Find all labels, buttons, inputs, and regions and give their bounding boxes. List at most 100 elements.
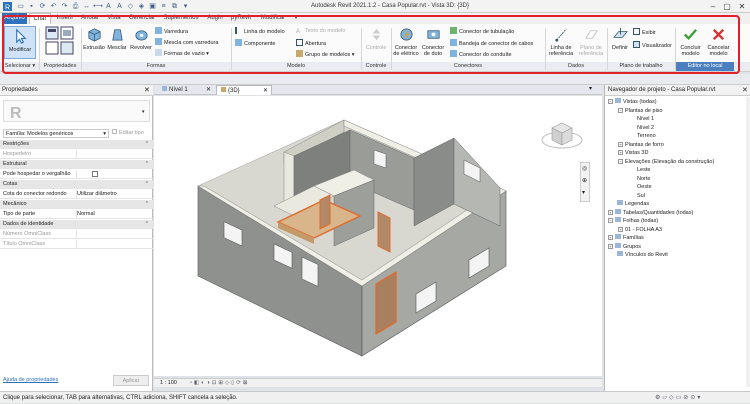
customize-qat-icon[interactable]: ▾	[181, 2, 190, 11]
zoom-dropdown-icon[interactable]: ▾	[582, 189, 585, 196]
tree-item[interactable]: − Plantas de piso	[618, 107, 663, 115]
expand-icon[interactable]: +	[618, 226, 623, 232]
thin-lines-icon[interactable]: ≡	[159, 2, 168, 11]
tree-item[interactable]: Legendas	[608, 200, 649, 208]
expand-icon[interactable]: +	[618, 141, 623, 147]
tree-item[interactable]: + Grupos	[608, 242, 641, 251]
family-type-icon: R	[10, 105, 22, 121]
tree-item[interactable]: Leste	[628, 166, 650, 174]
type-selector[interactable]: R ▾	[3, 100, 150, 122]
expand-icon[interactable]: +	[608, 235, 613, 240]
view-scale[interactable]: 1 : 100	[160, 379, 177, 388]
property-group[interactable]: Cotas ⌃	[0, 180, 153, 189]
window-title: Autodesk Revit 2021.1.2 - Casa Popular.r…	[311, 3, 469, 9]
close-browser-icon[interactable]: ✕	[742, 86, 748, 94]
tab-3d[interactable]: {3D} ✕	[216, 85, 272, 95]
expand-icon[interactable]: +	[608, 243, 613, 249]
dimension-icon[interactable]: ⟷	[93, 2, 103, 11]
collapse-icon[interactable]: −	[618, 107, 623, 113]
expand-icon[interactable]: +	[618, 150, 623, 155]
tree-item[interactable]: − Folhas (todas)	[608, 217, 658, 225]
property-name: Restrições	[3, 141, 29, 147]
tree-item[interactable]: − Vistas (todas)	[608, 98, 657, 106]
collapse-icon[interactable]: −	[618, 158, 623, 164]
property-group[interactable]: Dados de identidade ⌃	[0, 220, 153, 229]
property-name: Estrutural	[3, 161, 27, 167]
close-hidden-icon[interactable]: ▣	[148, 2, 157, 11]
tab-overflow-icon[interactable]: ▾	[589, 85, 592, 92]
column-divider	[76, 240, 77, 249]
close-properties-icon[interactable]: ✕	[144, 86, 150, 94]
tree-item[interactable]: + Plantas de forro	[618, 141, 664, 149]
property-value[interactable]: Utilizar diâmetro	[77, 190, 117, 199]
minimize-icon[interactable]: –	[706, 1, 720, 12]
apply-button[interactable]: Aplicar	[113, 375, 149, 386]
section-icon[interactable]: ◈	[137, 2, 146, 11]
view-control-icons[interactable]: ▫◧◐◑⊡⊞◇▯⟳⊠	[190, 379, 249, 388]
house-3d-model[interactable]	[154, 96, 602, 376]
folder-icon	[615, 217, 621, 222]
tree-item[interactable]: Norte	[628, 175, 650, 183]
print-icon[interactable]: ⎙	[71, 2, 80, 11]
property-group[interactable]: Restrições ⌃	[0, 140, 153, 149]
collapse-icon[interactable]: −	[608, 99, 613, 104]
revit-logo-icon[interactable]: R	[3, 2, 12, 12]
view-cube-icon[interactable]	[540, 112, 584, 152]
expand-icon[interactable]: +	[608, 209, 613, 215]
close-tab-icon[interactable]: ✕	[206, 85, 211, 95]
instance-filter-select[interactable]: Família: Modelos genéricos ▾	[3, 129, 109, 138]
property-group[interactable]: Estrutural ⌃	[0, 160, 153, 169]
undo-icon[interactable]: ↶	[49, 2, 58, 11]
svg-text:R: R	[5, 5, 10, 12]
close-tab-icon[interactable]: ✕	[263, 86, 268, 96]
edit-type-button[interactable]: Editar tipo	[112, 129, 150, 138]
tree-item[interactable]: Terreno	[628, 132, 656, 140]
tree-item[interactable]: + Famílias	[608, 234, 644, 242]
edit-type-icon	[112, 129, 117, 134]
collapse-group-icon[interactable]: ⌃	[145, 200, 149, 209]
close-icon[interactable]: ✕	[735, 1, 749, 12]
status-bar: Clique para selecionar, TAB para alterna…	[0, 391, 750, 403]
collapse-group-icon[interactable]: ⌃	[145, 180, 149, 189]
property-value[interactable]: Normal	[77, 210, 95, 219]
collapse-group-icon[interactable]: ⌃	[145, 160, 149, 169]
tree-item[interactable]: Nível 1	[628, 115, 654, 123]
properties-help-link[interactable]: Ajuda de propriedades	[3, 377, 58, 383]
rebar-host-checkbox[interactable]	[92, 171, 98, 177]
tree-item[interactable]: + Tabelas/Quantidades (todas)	[608, 208, 693, 217]
tree-item[interactable]: Nível 2	[628, 124, 654, 132]
property-row: Tipo de parte Normal	[0, 210, 153, 219]
maximize-icon[interactable]: ▢	[720, 1, 734, 12]
tree-item[interactable]: Oeste	[628, 183, 652, 191]
tree-item[interactable]: Vínculos do Revit	[608, 251, 668, 259]
tab-nivel-1[interactable]: Nível 1 ✕	[158, 85, 214, 95]
open-icon[interactable]: ▭	[16, 2, 25, 11]
redo-icon[interactable]: ↷	[60, 2, 69, 11]
view-3d-canvas[interactable]: ◎ ⊕ ▾	[154, 96, 602, 376]
tree-item[interactable]: − Elevações (Elevação da construção)	[618, 158, 714, 166]
zoom-icon[interactable]: ⊕	[582, 177, 587, 184]
sync-icon[interactable]: ⟳	[38, 2, 47, 11]
collapse-icon[interactable]: −	[608, 218, 613, 223]
folder-icon	[615, 208, 621, 214]
view-3d-icon[interactable]: ◇	[126, 2, 135, 11]
steering-wheel-icon[interactable]: ◎	[582, 165, 587, 172]
tree-item[interactable]: Sul	[628, 192, 645, 200]
tree-item-label: Oeste	[637, 184, 652, 190]
tree-item-label: Folhas (todas)	[623, 218, 659, 224]
tree-item[interactable]: + Vistas 3D	[618, 149, 648, 157]
property-group[interactable]: Mecânico ⌃	[0, 200, 153, 209]
text-icon[interactable]: A	[115, 2, 124, 11]
property-name: Cotas	[3, 181, 18, 187]
highlight-rectangle	[2, 15, 740, 74]
save-icon[interactable]: ▪	[27, 2, 36, 11]
status-toggles-icons[interactable]: ⚙▱◇▭⊘⊙▾	[655, 392, 702, 404]
property-name: Hospedeiro	[3, 151, 32, 157]
tag-icon[interactable]: A	[104, 2, 113, 11]
browser-scrollbar[interactable]	[746, 97, 750, 387]
measure-icon[interactable]: ↔	[82, 2, 91, 11]
collapse-group-icon[interactable]: ⌃	[145, 140, 149, 149]
collapse-group-icon[interactable]: ⌃	[145, 220, 149, 229]
switch-windows-icon[interactable]: ⧉	[170, 2, 179, 11]
tree-item[interactable]: +01 - FOLHA A3	[618, 226, 662, 234]
